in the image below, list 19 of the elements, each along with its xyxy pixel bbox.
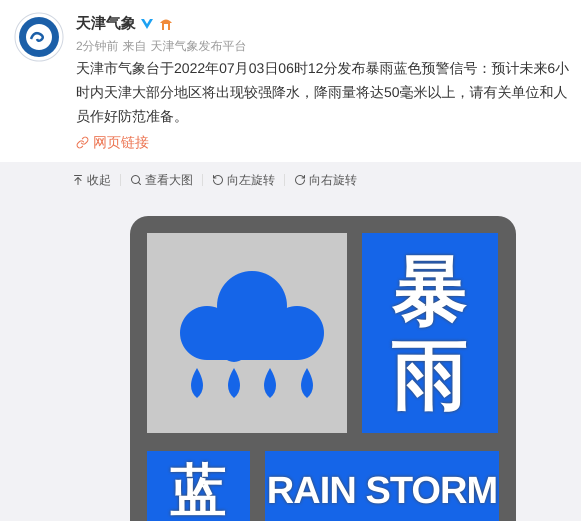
link-icon [76, 136, 89, 148]
badge-icon [158, 17, 174, 31]
search-icon [130, 174, 142, 186]
from-label: 来自 [122, 38, 147, 55]
rotate-right-icon [294, 174, 306, 186]
verified-icon [140, 18, 154, 30]
rotate-left-icon [212, 174, 224, 186]
collapse-icon [72, 174, 84, 186]
toolbar-button[interactable]: 查看大图 [130, 171, 193, 189]
sign-english: RAIN STORM [266, 472, 498, 510]
sign-title: 暴雨 [392, 249, 468, 417]
author-name[interactable]: 天津气象 [76, 12, 136, 36]
toolbar-button[interactable]: 向右旋转 [294, 171, 357, 189]
sign-level: 蓝 [170, 463, 226, 519]
toolbar-button[interactable]: 收起 [72, 171, 111, 189]
post-text: 天津市气象台于2022年07月03日06时12分发布暴雨蓝色预警信号：预计未来6小时内天津大部分地区将出现较强降水，降雨量将达50毫米以上，请有关单位和人员作好防范准备。 [76, 59, 570, 126]
avatar-logo-icon[interactable] [14, 12, 64, 62]
warning-sign[interactable]: 暴雨 蓝 RAIN STORM [130, 216, 516, 521]
toolbar-button[interactable]: 向左旋转 [212, 171, 275, 189]
